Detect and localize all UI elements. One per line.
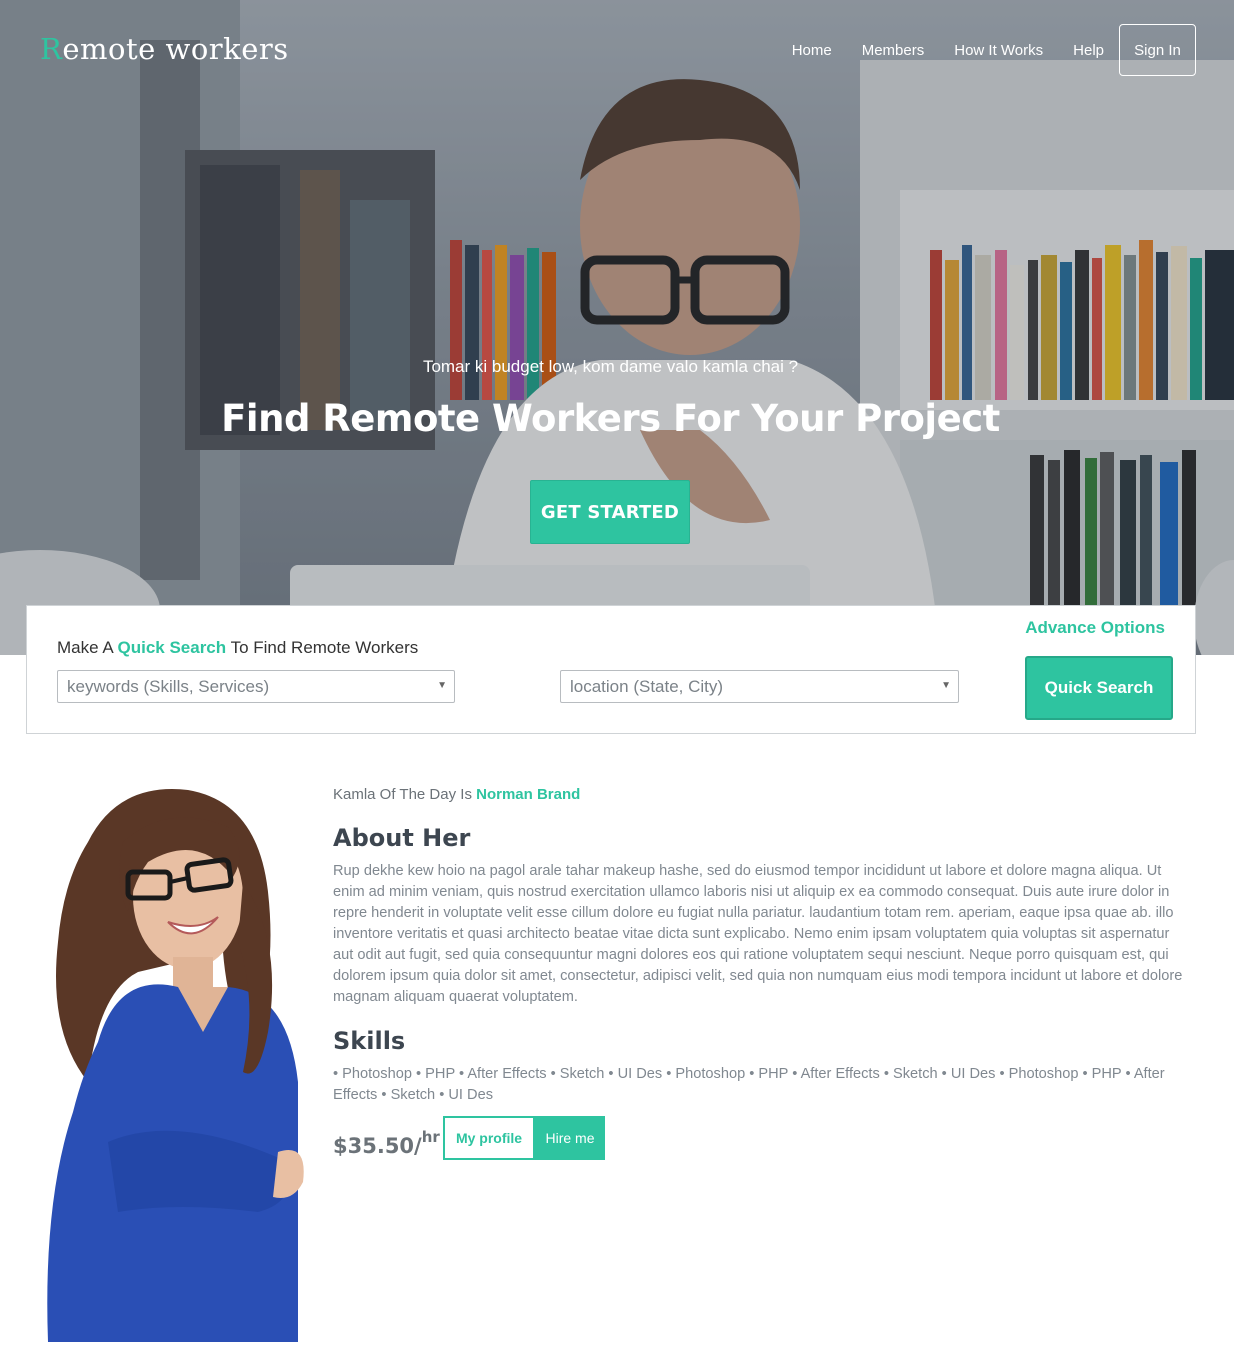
kamla-of-the-day-label: Kamla Of The Day Is (333, 786, 477, 803)
chevron-down-icon: ▼ (437, 680, 447, 691)
site-logo[interactable]: Remote workers (40, 32, 289, 66)
featured-worker-photo (47, 789, 304, 1342)
keywords-select-placeholder: keywords (Skills, Services) (67, 676, 270, 696)
hourly-rate-unit: hr (421, 1128, 440, 1146)
kamla-of-the-day: Kamla Of The Day Is Norman Brand (333, 786, 580, 803)
advance-options-link[interactable]: Advance Options (1025, 618, 1165, 638)
hero-tagline: Tomar ki budget low, kom dame valo kamla… (422, 357, 799, 376)
skills-heading: Skills (333, 1027, 406, 1055)
hero-headline: Find Remote Workers For Your Project (221, 397, 1000, 440)
quick-search-title-suffix: To Find Remote Workers (226, 638, 419, 657)
quick-search-button[interactable]: Quick Search (1025, 656, 1173, 720)
hire-me-button[interactable]: Hire me (535, 1116, 605, 1160)
location-select-placeholder: location (State, City) (570, 676, 724, 696)
quick-search-title-highlight: Quick Search (117, 638, 227, 657)
about-heading: About Her (333, 824, 471, 852)
nav-members[interactable]: Members (862, 42, 925, 59)
about-text: Rup dekhe kew hoio na pagol arale tahar … (333, 863, 1183, 1005)
quick-search-panel: Make A Quick Search To Find Remote Worke… (26, 605, 1196, 734)
sign-in-button[interactable]: Sign In (1119, 24, 1196, 76)
main-nav: Home Members How It Works Help Sign In (762, 24, 1196, 76)
my-profile-button[interactable]: My profile (443, 1116, 535, 1160)
chevron-down-icon: ▼ (941, 680, 951, 691)
profile-actions: My profile Hire me (443, 1116, 605, 1160)
hero-section: Remote workers Home Members How It Works… (0, 0, 1234, 655)
logo-text: emote workers (62, 32, 289, 66)
skills-list: • Photoshop • PHP • After Effects • Sket… (333, 1066, 1165, 1103)
hero-overlay (0, 0, 1234, 655)
nav-home[interactable]: Home (792, 42, 832, 59)
quick-search-title-prefix: Make A (57, 638, 118, 657)
quick-search-title: Make A Quick Search To Find Remote Worke… (57, 638, 418, 658)
hourly-rate: $35.50/hr (333, 1128, 440, 1158)
nav-help[interactable]: Help (1073, 42, 1104, 59)
keywords-select[interactable]: keywords (Skills, Services) ▼ (57, 670, 455, 703)
featured-worker-name[interactable]: Norman Brand (476, 786, 580, 803)
nav-how-it-works[interactable]: How It Works (954, 42, 1043, 59)
get-started-button[interactable]: GET STARTED (530, 480, 690, 544)
location-select[interactable]: location (State, City) ▼ (560, 670, 959, 703)
logo-initial: R (40, 32, 63, 66)
hourly-rate-amount: $35.50/ (333, 1134, 422, 1158)
